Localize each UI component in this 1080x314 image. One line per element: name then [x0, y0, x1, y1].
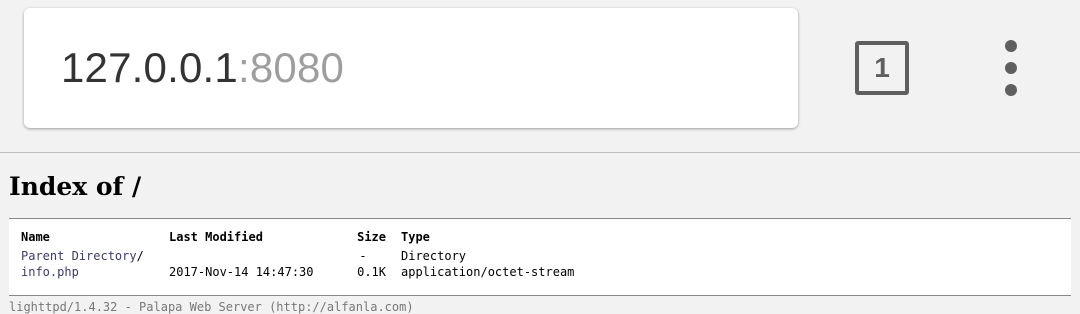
size-cell: -	[359, 249, 367, 263]
name-cell: info.php	[21, 264, 169, 280]
size-cell: 0.1K	[357, 265, 386, 279]
parent-directory-link[interactable]: Parent Directory	[21, 249, 137, 263]
menu-button[interactable]	[995, 40, 1027, 96]
more-vert-icon	[1005, 84, 1017, 96]
tab-count: 1	[874, 52, 890, 83]
page-title: Index of /	[9, 172, 142, 201]
entry-suffix: /	[136, 249, 144, 263]
table-header-row: Name Last Modified Size Type	[21, 229, 574, 248]
entry-name: Parent Directory	[21, 249, 137, 263]
file-link[interactable]: info.php	[21, 265, 79, 279]
url-text[interactable]: 127.0.0.1:8080	[61, 42, 344, 94]
listing-table: Name Last Modified Size Type Parent Dire…	[21, 229, 574, 280]
table-row: Parent Directory/ - Directory	[21, 248, 574, 264]
column-header-size[interactable]: Size	[340, 229, 386, 248]
column-header-name[interactable]: Name	[21, 229, 169, 248]
url-host: 127.0.0.1	[61, 44, 238, 91]
type-cell: Directory	[401, 249, 467, 263]
directory-listing: Name Last Modified Size Type Parent Dire…	[9, 218, 1071, 296]
modified-cell: 2017-Nov-14 14:47:30	[169, 265, 314, 279]
browser-toolbar: 127.0.0.1:8080 1	[0, 0, 1080, 153]
modified-cell	[169, 248, 340, 264]
url-port: :8080	[237, 44, 345, 91]
address-bar[interactable]: 127.0.0.1:8080	[24, 8, 798, 128]
column-header-modified[interactable]: Last Modified	[169, 229, 340, 248]
page-content: Index of / Name Last Modified Size Type …	[0, 153, 1080, 314]
server-footer: lighttpd/1.4.32 - Palapa Web Server (htt…	[9, 300, 414, 314]
type-cell: application/octet-stream	[401, 265, 575, 279]
entry-name: info.php	[21, 265, 79, 279]
table-row: info.php 2017-Nov-14 14:47:30 0.1K appli…	[21, 264, 574, 280]
more-vert-icon	[1005, 62, 1017, 74]
column-header-type[interactable]: Type	[386, 229, 574, 248]
more-vert-icon	[1005, 40, 1017, 52]
tab-switcher-button[interactable]: 1	[855, 41, 909, 95]
name-cell: Parent Directory/	[21, 248, 169, 264]
